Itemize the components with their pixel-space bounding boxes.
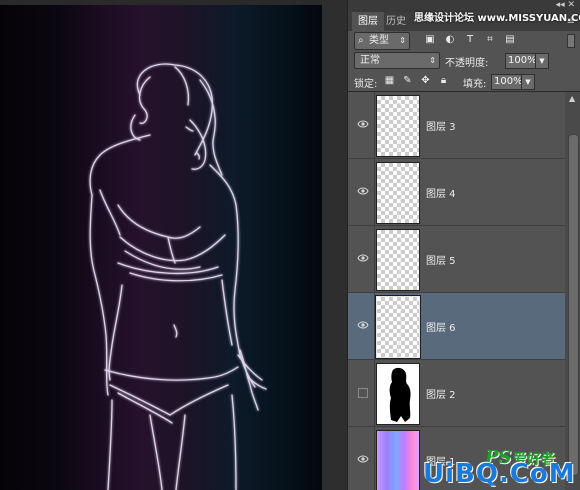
lock-image-pixels-icon[interactable]: ✎ (402, 75, 413, 86)
row-separator (374, 427, 375, 490)
blend-mode-select[interactable]: 正常 ⇕ (354, 52, 440, 69)
eye-visibility-icon[interactable] (357, 454, 369, 464)
fill-dropdown-icon[interactable]: ▼ (521, 74, 535, 90)
type-layer-filter-icon[interactable]: T (464, 34, 476, 46)
opacity-dropdown-icon[interactable]: ▼ (535, 53, 549, 69)
eye-visibility-icon[interactable] (357, 253, 369, 263)
layer-row[interactable]: 图层 5 (348, 226, 565, 293)
row-separator (374, 360, 375, 426)
filter-kind-select[interactable]: ⌕ 类型 ⇕ (354, 32, 410, 50)
faint-figure-thumbnail (394, 236, 403, 287)
canvas-area[interactable] (0, 0, 347, 490)
blend-mode-value: 正常 (360, 55, 380, 66)
layer-name[interactable]: 图层 5 (426, 252, 456, 267)
layer-name[interactable]: 图层 3 (426, 118, 456, 133)
row-separator (374, 159, 375, 225)
pixel-layer-filter-icon[interactable]: ▣ (424, 34, 436, 46)
row-separator (374, 226, 375, 292)
black-silhouette-thumbnail (389, 367, 411, 422)
layer-thumbnail[interactable] (376, 430, 420, 490)
row-separator (374, 293, 375, 359)
layers-list: 图层 3 图层 4 图层 5 图层 6 图层 2 图层 1 (348, 92, 565, 490)
layer-filter-row: ⌕ 类型 ⇕ ▣ ◐ T ⌗ ▤ (348, 31, 580, 51)
lock-transparency-icon[interactable]: ▦ (384, 75, 395, 86)
fill-label: 填充: (463, 79, 487, 90)
eye-visibility-icon[interactable] (357, 320, 369, 330)
layer-row[interactable]: 图层 2 (348, 360, 565, 427)
layers-scrollbar[interactable]: ▲ (565, 92, 580, 490)
eye-visibility-icon[interactable] (357, 186, 369, 196)
row-separator (374, 92, 375, 158)
layer-name[interactable]: 图层 2 (426, 386, 456, 401)
layer-thumbnail[interactable] (376, 162, 420, 224)
layer-name[interactable]: 图层 6 (426, 319, 456, 334)
tab-history[interactable]: 历史 (380, 12, 412, 31)
faint-figure-thumbnail (394, 303, 403, 354)
fill-input[interactable]: 100% (491, 74, 523, 90)
layer-thumbnail[interactable] (376, 95, 420, 157)
canvas-gutter (322, 0, 347, 490)
layer-name[interactable]: 图层 1 (426, 453, 456, 468)
layer-thumbnail[interactable] (376, 229, 420, 291)
eye-visibility-icon[interactable] (357, 119, 369, 129)
blend-mode-row: 正常 ⇕ 不透明度: 100% ▼ (348, 51, 580, 71)
shape-layer-filter-icon[interactable]: ⌗ (484, 34, 496, 46)
layer-row-selected[interactable]: 图层 6 (348, 293, 565, 360)
lock-row: 锁定: ▦ ✎ ✥ 🔒︎ 填充: 100% ▼ (348, 71, 580, 91)
filter-toggle-switch[interactable] (567, 34, 575, 48)
opacity-label: 不透明度: (445, 58, 489, 69)
layer-row[interactable]: 图层 4 (348, 159, 565, 226)
smart-object-filter-icon[interactable]: ▤ (504, 34, 516, 46)
layer-name[interactable]: 图层 4 (426, 185, 456, 200)
faint-figure-thumbnail (393, 169, 403, 220)
search-icon: ⌕ (358, 35, 364, 46)
scroll-up-arrow-icon[interactable]: ▲ (569, 94, 575, 103)
adjustment-layer-filter-icon[interactable]: ◐ (444, 34, 456, 46)
glowing-figure-artwork (89, 63, 267, 490)
site-watermark: 思缘设计论坛 www.MISSYUAN.COM (414, 13, 580, 24)
filter-kind-label: 类型 (369, 35, 389, 46)
lock-position-icon[interactable]: ✥ (420, 75, 431, 86)
lock-label: 锁定: (354, 79, 378, 90)
layer-row[interactable]: 图层 1 (348, 427, 565, 490)
lock-all-icon[interactable]: 🔒︎ (438, 75, 449, 86)
chevron-updown-icon: ⇕ (429, 56, 436, 65)
opacity-input[interactable]: 100% (505, 53, 537, 69)
layer-thumbnail[interactable] (375, 295, 421, 359)
layer-row[interactable]: 图层 3 (348, 92, 565, 159)
chevron-updown-icon: ⇕ (399, 36, 406, 45)
visibility-off-box[interactable] (358, 388, 368, 398)
faint-figure-thumbnail (394, 102, 402, 153)
layer-thumbnail[interactable] (376, 363, 420, 425)
layers-panel: ◂◂ ✕ 图层 历史 ≡ 思缘设计论坛 www.MISSYUAN.COM ⌕ 类… (347, 0, 580, 490)
document-canvas[interactable] (0, 5, 322, 490)
scroll-thumb[interactable] (568, 134, 579, 476)
